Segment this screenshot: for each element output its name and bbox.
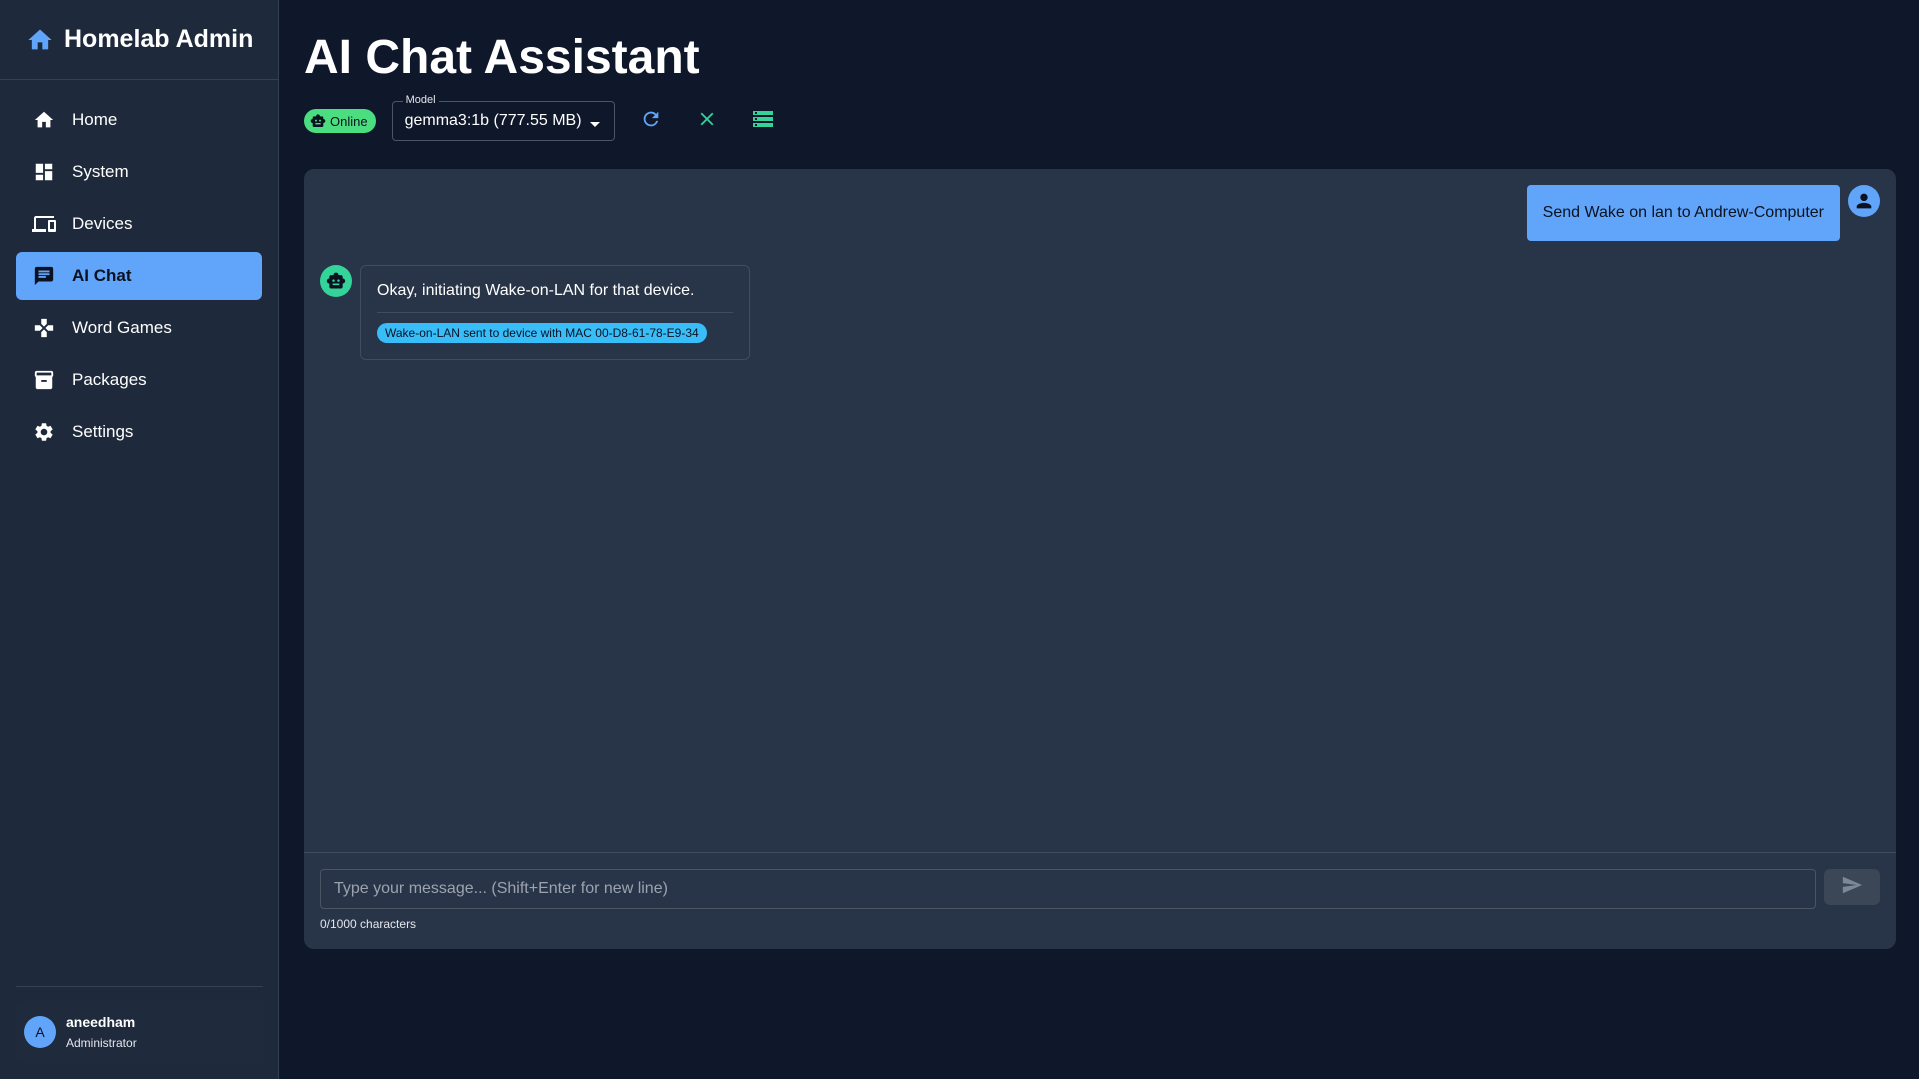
refresh-icon (640, 108, 662, 135)
sidebar-nav: Home System Devices AI Chat Word Games P… (0, 80, 278, 476)
status-label: Online (330, 113, 368, 129)
message-composer: 0/1000 characters (304, 852, 1896, 949)
list-icon (751, 107, 775, 136)
home-icon (32, 108, 56, 132)
user-message-bubble: Send Wake on lan to Andrew-Computer (1526, 185, 1840, 241)
sidebar-item-packages[interactable]: Packages (16, 356, 262, 404)
devices-icon (32, 212, 56, 236)
send-icon (1841, 874, 1863, 901)
sidebar-item-settings[interactable]: Settings (16, 408, 262, 456)
home-icon (26, 26, 54, 54)
sidebar-item-label: Devices (72, 214, 133, 233)
sidebar-item-label: Word Games (72, 318, 172, 337)
gear-icon (32, 420, 56, 444)
assistant-message: Okay, initiating Wake-on-LAN for that de… (320, 265, 750, 360)
sidebar-item-label: Home (72, 110, 118, 129)
app-title: Homelab Admin (64, 25, 254, 53)
model-select-label: Model (402, 94, 439, 106)
clear-chat-button[interactable] (687, 101, 727, 141)
sidebar-item-label: AI Chat (72, 266, 132, 285)
robot-icon (310, 113, 326, 129)
chevron-down-icon (589, 116, 600, 127)
user-role: Administrator (66, 1036, 137, 1050)
dashboard-icon (32, 160, 56, 184)
sidebar-item-ai-chat[interactable]: AI Chat (16, 252, 262, 300)
close-icon (696, 108, 718, 135)
history-button[interactable] (743, 101, 783, 141)
sidebar-item-label: System (72, 162, 129, 181)
archive-icon (32, 368, 56, 392)
page-title: AI Chat Assistant (304, 31, 700, 84)
character-count: 0/1000 characters (320, 917, 417, 931)
chat-toolbar: Online Model gemma3:1b (777.55 MB) (304, 94, 783, 141)
refresh-button[interactable] (631, 101, 671, 141)
model-select[interactable]: Model gemma3:1b (777.55 MB) (391, 94, 615, 141)
message-input[interactable] (320, 869, 1816, 909)
user-message: Send Wake on lan to Andrew-Computer (1526, 185, 1880, 241)
divider (16, 986, 263, 987)
brand[interactable]: Homelab Admin (0, 0, 278, 80)
user-name: aneedham (66, 1014, 136, 1030)
chat-panel: Send Wake on lan to Andrew-Computer Okay… (304, 169, 1896, 949)
send-button[interactable] (1824, 869, 1880, 905)
robot-icon (320, 265, 352, 297)
gamepad-icon (32, 316, 56, 340)
sidebar-item-word-games[interactable]: Word Games (16, 304, 262, 352)
sidebar-item-system[interactable]: System (16, 148, 262, 196)
user-avatar-icon (1848, 185, 1880, 217)
assistant-message-text: Okay, initiating Wake-on-LAN for that de… (377, 282, 695, 299)
model-select-value: gemma3:1b (777.55 MB) (404, 112, 582, 129)
avatar: A (24, 1016, 56, 1048)
sidebar-item-devices[interactable]: Devices (16, 200, 262, 248)
chat-icon (32, 264, 56, 288)
sidebar-item-home[interactable]: Home (16, 96, 262, 144)
user-card[interactable]: A aneedham Administrator (16, 1001, 263, 1063)
sidebar: Homelab Admin Home System Devices AI Cha… (0, 0, 279, 1079)
assistant-message-bubble: Okay, initiating Wake-on-LAN for that de… (360, 265, 750, 360)
sidebar-item-label: Packages (72, 370, 147, 389)
action-result-chip: Wake-on-LAN sent to device with MAC 00-D… (377, 323, 707, 343)
main-content: AI Chat Assistant Online Model gemma3:1b… (304, 0, 1896, 1079)
divider (377, 312, 733, 313)
sidebar-item-label: Settings (72, 422, 134, 441)
status-badge: Online (304, 109, 376, 133)
